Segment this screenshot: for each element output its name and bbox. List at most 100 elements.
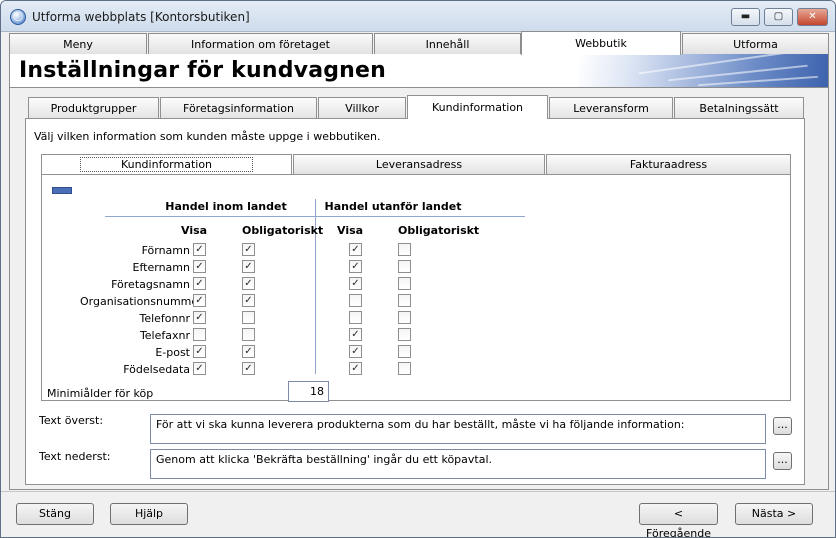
checkmark-icon: ✓ [244,363,253,374]
col-abroad-required: Obligatoriskt [398,224,480,237]
checkmark-icon: ✓ [244,346,253,357]
checkmark-icon: ✓ [351,278,360,289]
field-list-icon [52,187,72,194]
checkbox-abroad-show[interactable]: ✓ [349,260,362,273]
previous-button[interactable]: < Föregående [639,503,718,537]
checkbox-domestic-required[interactable]: ✓ [242,243,255,256]
checkmark-icon: ✓ [351,244,360,255]
field-label: Födelsedata [123,363,190,376]
app-logo-icon: ◯ [10,9,26,25]
checkmark-icon: ✓ [195,261,204,272]
tab-information-om-foretaget[interactable]: Information om företaget [148,33,373,54]
checkmark-icon: ✓ [244,278,253,289]
checkbox-domestic-show[interactable]: ✓ [193,277,206,290]
field-label: Företagsnamn [111,278,190,291]
tab-innehall[interactable]: Innehåll [374,33,521,54]
close-button[interactable]: Stäng [16,503,94,525]
checkbox-abroad-required[interactable] [398,243,411,256]
application-window: ◯ Utforma webbplats [Kontorsbutiken] ▬ ▢… [0,0,836,538]
checkbox-domestic-required[interactable] [242,311,255,324]
close-window-button[interactable]: ✕ [797,8,828,26]
checkbox-domestic-show[interactable]: ✓ [193,294,206,307]
minimize-button[interactable]: ▬ [731,8,760,26]
checkbox-abroad-show[interactable]: ✓ [349,243,362,256]
min-age-input[interactable]: 18 [288,381,329,402]
field-label: Telefaxnr [139,329,190,342]
innertab-label: Kundinformation [79,157,254,172]
group-abroad-heading: Handel utanför landet [324,200,462,213]
checkbox-domestic-show[interactable]: ✓ [193,345,206,358]
checkbox-domestic-show[interactable]: ✓ [193,243,206,256]
innertab-fakturaadress[interactable]: Fakturaadress [546,154,791,174]
text-bottom-field[interactable]: Genom att klicka 'Bekräfta beställning' … [150,449,766,479]
subtab-foretagsinformation[interactable]: Företagsinformation [160,97,317,118]
checkmark-icon: ✓ [195,295,204,306]
text-top-ellipsis-button[interactable]: ... [773,417,792,435]
page-header: Inställningar för kundvagnen [9,54,829,88]
help-button[interactable]: Hjälp [110,503,188,525]
checkbox-abroad-required[interactable] [398,294,411,307]
maximize-button[interactable]: ▢ [764,8,793,26]
tab-utforma[interactable]: Utforma [682,33,829,54]
text-top-label: Text överst: [39,414,104,427]
checkbox-abroad-show[interactable]: ✓ [349,345,362,358]
checkbox-abroad-required[interactable] [398,277,411,290]
checkmark-icon: ✓ [244,295,253,306]
panel-description: Välj vilken information som kunden måste… [34,130,381,143]
text-bottom-label: Text nederst: [39,450,111,463]
group-domestic-heading: Handel inom landet [165,200,287,213]
checkbox-domestic-show[interactable]: ✓ [193,362,206,375]
tab-meny[interactable]: Meny [9,33,147,54]
checkbox-domestic-required[interactable]: ✓ [242,277,255,290]
checkbox-abroad-show[interactable] [349,294,362,307]
text-bottom-ellipsis-button[interactable]: ... [773,452,792,470]
col-abroad-show: Visa [337,224,364,237]
checkmark-icon: ✓ [244,244,253,255]
checkbox-domestic-required[interactable] [242,328,255,341]
min-age-label: Minimiålder för köp [47,387,154,400]
field-label: Telefonnr [139,312,190,325]
checkbox-abroad-show[interactable]: ✓ [349,362,362,375]
checkmark-icon: ✓ [195,346,204,357]
next-button[interactable]: Nästa > [735,503,813,525]
text-top-field[interactable]: För att vi ska kunna leverera produktern… [150,414,766,444]
checkbox-abroad-show[interactable]: ✓ [349,277,362,290]
checkmark-icon: ✓ [351,261,360,272]
checkbox-domestic-required[interactable]: ✓ [242,345,255,358]
title-bar: ◯ Utforma webbplats [Kontorsbutiken] ▬ ▢… [1,1,835,32]
checkbox-abroad-required[interactable] [398,345,411,358]
checkbox-domestic-required[interactable]: ✓ [242,294,255,307]
checkmark-icon: ✓ [195,312,204,323]
checkbox-abroad-required[interactable] [398,362,411,375]
subtab-villkor[interactable]: Villkor [318,97,406,118]
checkbox-abroad-required[interactable] [398,311,411,324]
checkbox-abroad-show[interactable]: ✓ [349,328,362,341]
col-domestic-required: Obligatoriskt [242,224,324,237]
field-label: Organisationsnummer [80,295,203,308]
subtab-kundinformation[interactable]: Kundinformation [407,95,548,119]
innertab-kundinformation[interactable]: Kundinformation [41,154,292,174]
checkmark-icon: ✓ [195,363,204,374]
subtab-betalningssatt[interactable]: Betalningssätt [674,97,804,118]
subtab-leveransform[interactable]: Leveransform [549,97,673,118]
checkbox-abroad-required[interactable] [398,328,411,341]
checkmark-icon: ✓ [351,363,360,374]
checkbox-abroad-required[interactable] [398,260,411,273]
checkbox-domestic-show[interactable] [193,328,206,341]
field-label: Efternamn [132,261,190,274]
checkbox-domestic-show[interactable]: ✓ [193,311,206,324]
checkbox-domestic-required[interactable]: ✓ [242,260,255,273]
innertab-leveransadress[interactable]: Leveransadress [293,154,545,174]
checkmark-icon: ✓ [195,278,204,289]
banner-decoration [578,54,828,87]
checkbox-domestic-show[interactable]: ✓ [193,260,206,273]
checkbox-domestic-required[interactable]: ✓ [242,362,255,375]
tab-webbutik[interactable]: Webbutik [521,31,681,55]
checkmark-icon: ✓ [351,329,360,340]
checkbox-abroad-show[interactable] [349,311,362,324]
checkmark-icon: ✓ [195,244,204,255]
subtab-produktgrupper[interactable]: Produktgrupper [28,97,159,118]
checkmark-icon: ✓ [244,261,253,272]
field-label: Förnamn [141,244,190,257]
checkmark-icon: ✓ [351,346,360,357]
